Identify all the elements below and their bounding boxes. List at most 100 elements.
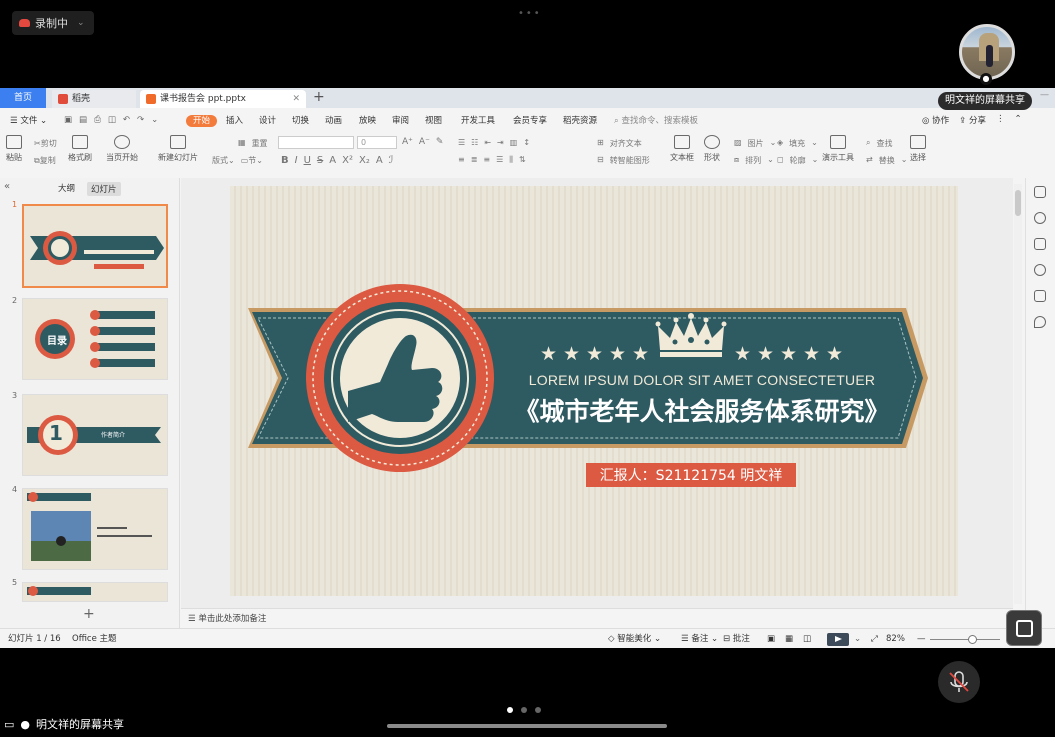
page-dot-1[interactable] <box>507 707 513 713</box>
superscript-icon[interactable]: X² <box>342 155 353 166</box>
slideshow-play-button[interactable] <box>827 633 849 646</box>
location-icon[interactable] <box>1034 316 1046 328</box>
tab-presentation-file[interactable]: 课书报告会 ppt.pptx ✕ <box>140 90 306 108</box>
tab-home[interactable]: 首页 <box>0 88 46 108</box>
slide-scrollbar[interactable] <box>1014 184 1022 604</box>
current-slide[interactable]: ★ ★ ★ ★ ★ ★ ★ ★ ★ ★ LOREM IPSUM DOLOR SI… <box>230 186 958 596</box>
history-icon[interactable] <box>1034 264 1046 276</box>
menu-tab-animation[interactable]: 动画 <box>325 114 342 126</box>
present-tools-button[interactable]: 演示工具 <box>822 135 854 163</box>
slide-thumb-3[interactable]: 1 作者简介 <box>22 394 168 476</box>
strikethrough-icon[interactable]: S <box>317 155 323 166</box>
slide-thumb-1[interactable] <box>22 204 168 288</box>
indent-increase-icon[interactable]: ⇥ <box>497 138 504 147</box>
paste-button[interactable]: 粘贴 <box>6 135 22 163</box>
scroll-thumb[interactable] <box>1015 190 1021 216</box>
font-name-select[interactable] <box>278 136 354 149</box>
zoom-slider-knob[interactable] <box>968 635 977 644</box>
columns-icon[interactable]: ▥ <box>510 138 518 147</box>
shape-button[interactable]: 形状 <box>704 135 720 163</box>
menu-tab-transition[interactable]: 切换 <box>292 114 309 126</box>
file-menu[interactable]: ☰ 文件 ⌄ <box>10 114 47 126</box>
slide-subtitle-en[interactable]: LOREM IPSUM DOLOR SIT AMET CONSECTETUER <box>512 372 892 388</box>
justify-icon[interactable]: ☰ <box>496 155 503 165</box>
fill-button[interactable]: ◈ 填充 ⌄ <box>777 138 818 149</box>
animation-icon[interactable] <box>1034 212 1046 224</box>
annotate-button[interactable] <box>1006 610 1042 646</box>
reset-button[interactable]: ▦ 重置 <box>238 138 268 149</box>
italic-icon[interactable]: I <box>295 155 298 166</box>
undo-icon[interactable]: ↶ <box>123 115 130 125</box>
page-indicator[interactable] <box>507 707 541 713</box>
grow-font-icon[interactable]: A⁺ <box>402 137 413 147</box>
collapse-ribbon-icon[interactable]: ⌃ <box>1014 114 1021 126</box>
redo-icon[interactable]: ↷ <box>137 115 144 125</box>
zoom-slider[interactable] <box>930 635 1000 644</box>
outline-button[interactable]: ◻ 轮廓 ⌄ <box>777 155 818 166</box>
minimize-icon[interactable]: — <box>1040 90 1049 100</box>
play-options-chevron-icon[interactable]: ⌄ <box>854 629 861 649</box>
menu-tab-review[interactable]: 审阅 <box>392 114 409 126</box>
menu-tab-design[interactable]: 设计 <box>259 114 276 126</box>
sorter-view-icon[interactable]: ▦ <box>785 629 793 649</box>
bold-icon[interactable]: B <box>281 155 289 166</box>
normal-view-icon[interactable]: ▣ <box>767 629 775 649</box>
new-slide-button[interactable]: 新建幻灯片 <box>158 135 198 163</box>
menu-tab-slideshow[interactable]: 放映 <box>359 114 376 126</box>
reading-view-icon[interactable]: ◫ <box>803 629 811 649</box>
transition-icon[interactable] <box>1034 238 1046 250</box>
slide-thumb-4[interactable] <box>22 488 168 570</box>
command-search[interactable]: ⌕ 查找命令、搜索模板 <box>614 114 698 126</box>
arrange-button[interactable]: ⧈ 排列 ⌄ <box>734 155 774 166</box>
property-icon[interactable] <box>1034 186 1046 198</box>
bullets-icon[interactable]: ☰ <box>458 138 465 147</box>
add-slide-button[interactable]: + <box>83 606 95 622</box>
presenter-avatar[interactable] <box>959 24 1015 80</box>
slide-thumb-2[interactable]: 目录 <box>22 298 168 380</box>
align-center-icon[interactable]: ≣ <box>471 155 478 165</box>
comments-toggle[interactable]: ⊟ 批注 <box>723 629 750 649</box>
backup-icon[interactable] <box>1034 290 1046 302</box>
convert-smartart-button[interactable]: ⊟ 转智能图形 <box>597 155 650 166</box>
menu-tab-insert[interactable]: 插入 <box>226 114 243 126</box>
indent-decrease-icon[interactable]: ⇤ <box>484 138 491 147</box>
font-color-icon[interactable]: A <box>376 155 383 166</box>
line-spacing-icon[interactable]: ↕ <box>523 138 530 147</box>
text-direction-icon[interactable]: ⇅ <box>519 155 526 165</box>
select-button[interactable]: 选择 <box>910 135 926 163</box>
fit-window-icon[interactable]: ⤢ <box>871 629 878 649</box>
subscript-icon[interactable]: X₂ <box>359 155 370 166</box>
menu-tab-daoke-resources[interactable]: 稻壳资源 <box>563 114 597 126</box>
slide-presenter[interactable]: 汇报人：S21121754 明文祥 <box>586 465 796 485</box>
menu-tab-member[interactable]: 会员专享 <box>513 114 547 126</box>
collapse-panel-icon[interactable]: « <box>4 181 10 192</box>
theme-name[interactable]: Office 主题 <box>72 629 117 649</box>
underline-icon[interactable]: U <box>304 155 311 166</box>
new-tab-button[interactable]: + <box>313 89 325 105</box>
shrink-font-icon[interactable]: A⁻ <box>419 137 430 147</box>
page-dot-3[interactable] <box>535 707 541 713</box>
notes-pane[interactable]: ☰ 单击此处添加备注 <box>181 608 1013 628</box>
numbering-icon[interactable]: ☷ <box>471 138 478 147</box>
home-indicator[interactable] <box>387 724 667 728</box>
zoom-out-icon[interactable]: — <box>917 629 926 649</box>
more-chevron-icon[interactable]: ⌄ <box>151 115 158 125</box>
tab-outline[interactable]: 大纲 <box>58 182 75 196</box>
zoom-level[interactable]: 82% <box>886 629 905 649</box>
preview-icon[interactable]: ◫ <box>108 115 116 125</box>
copy-button[interactable]: ⧉复制 <box>34 155 56 166</box>
highlight-icon[interactable]: ℐ <box>389 155 394 166</box>
play-from-current-button[interactable]: 当页开始 <box>106 135 138 163</box>
menu-tab-home-label[interactable]: 开始 <box>186 115 218 127</box>
find-button[interactable]: ⌕ 查找 <box>866 138 892 149</box>
more-dots-icon[interactable]: ••• <box>518 8 542 19</box>
align-text-button[interactable]: ⊞ 对齐文本 <box>597 138 642 149</box>
more-menu-icon[interactable]: ⋮ <box>996 114 1005 126</box>
smart-beautify-button[interactable]: ◇ 智能美化 ⌄ <box>608 629 661 649</box>
share-button[interactable]: ⇪ 分享 <box>959 114 986 126</box>
layout-button[interactable]: 版式⌄ <box>212 155 235 166</box>
textbox-button[interactable]: 文本框 <box>670 135 694 163</box>
format-painter-button[interactable]: 格式刷 <box>68 135 92 163</box>
align-right-icon[interactable]: ≡ <box>483 155 490 165</box>
export-pdf-icon[interactable]: ▤ <box>79 115 87 125</box>
